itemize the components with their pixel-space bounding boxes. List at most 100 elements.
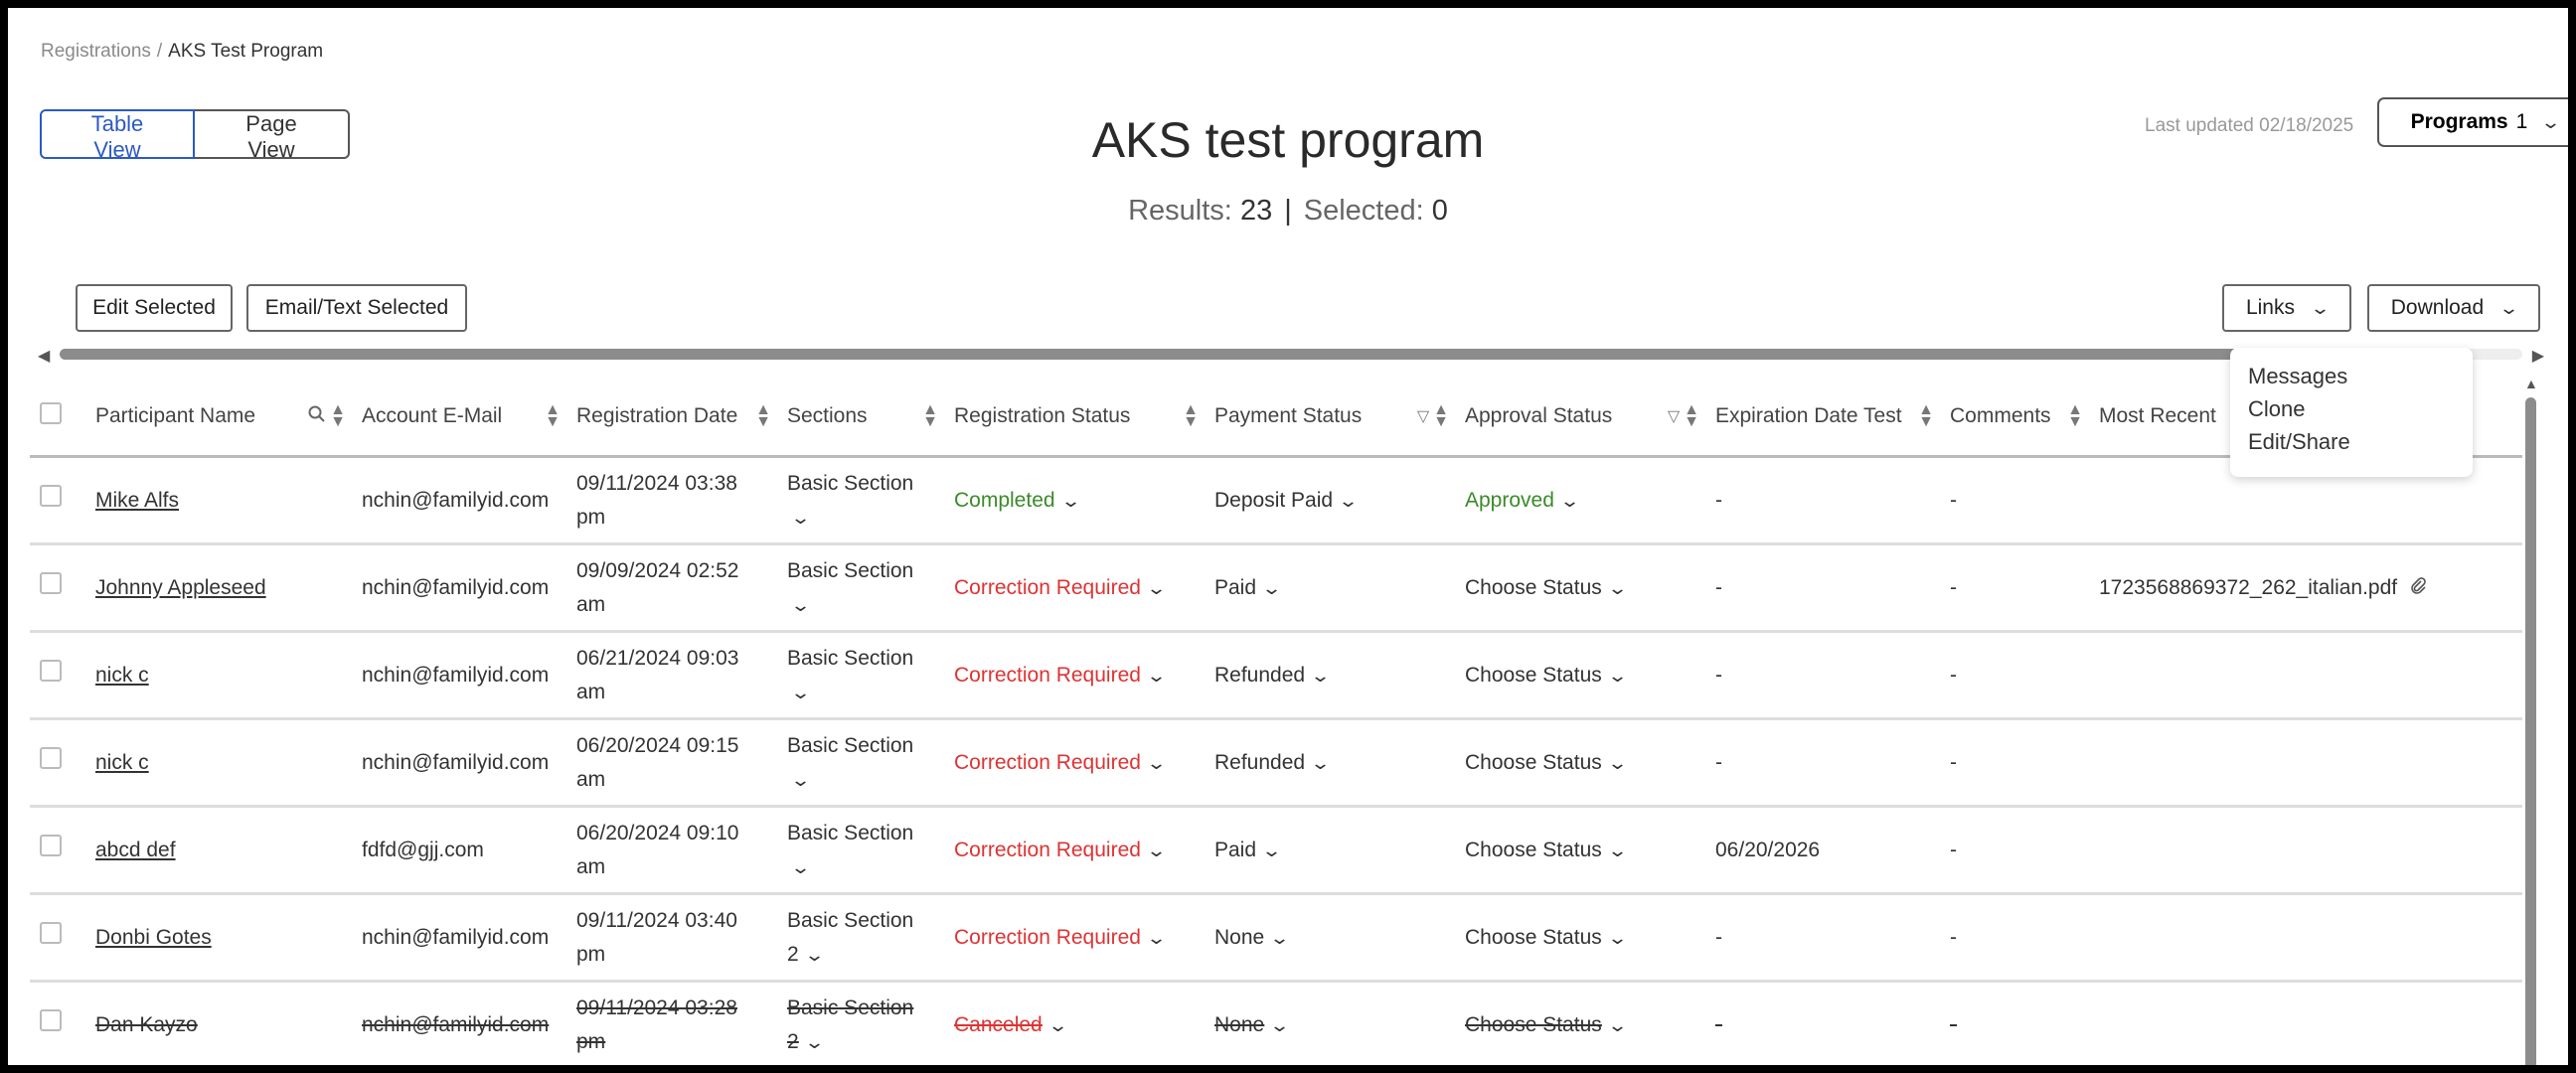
payment-status-cell[interactable]: None ⌄ (1214, 893, 1465, 983)
table-row[interactable]: Mike Alfs nchin@familyid.com 09/11/2024 03… (30, 456, 2522, 545)
chevron-down-icon[interactable]: ⌄ (1060, 484, 1081, 518)
chevron-down-icon[interactable]: ⌄ (804, 1025, 825, 1059)
registration-status-cell[interactable]: Correction Required ⌄ (954, 543, 1214, 633)
sort-icon[interactable]: ▲ ▼ (1183, 402, 1199, 430)
scroll-up-icon[interactable]: ▲ (2524, 376, 2538, 391)
chevron-down-icon[interactable]: ⌄ (1261, 571, 1282, 605)
links-dropdown-button[interactable]: Links ⌄ (2222, 284, 2351, 332)
chevron-down-icon[interactable]: ⌄ (790, 676, 811, 709)
chevron-down-icon[interactable]: ⌄ (790, 588, 811, 622)
table-row[interactable]: nick c nchin@familyid.com 06/21/2024 09:03… (30, 631, 2522, 720)
participant-name-link[interactable]: nick c (95, 751, 149, 774)
attachment-file-link[interactable]: 1723568869372_262_italian.pdf (2099, 576, 2397, 599)
row-checkbox[interactable] (40, 1008, 62, 1031)
chevron-down-icon[interactable]: ⌄ (1607, 1008, 1628, 1042)
approval-status-cell[interactable]: Choose Status ⌄ (1465, 543, 1715, 633)
payment-status-cell[interactable]: Refunded ⌄ (1214, 718, 1465, 808)
vertical-scrollbar-thumb[interactable] (2525, 397, 2536, 1065)
sort-icon[interactable]: ▲ ▼ (922, 402, 938, 430)
col-registration-status[interactable]: Registration Status ▲ ▼ (954, 378, 1214, 458)
chevron-down-icon[interactable]: ⌄ (1310, 659, 1331, 692)
col-account-email[interactable]: Account E-Mail ▲ ▼ (362, 378, 576, 458)
col-participant-name[interactable]: Participant Name ▲ ▼ (95, 378, 362, 458)
chevron-down-icon[interactable]: ⌄ (1607, 834, 1628, 867)
horizontal-scrollbar[interactable]: ◀ ▶ (38, 346, 2544, 365)
chevron-down-icon[interactable]: ⌄ (1269, 1008, 1290, 1042)
participant-name-link[interactable]: Dan Kayzo (95, 1013, 198, 1036)
scroll-left-icon[interactable]: ◀ (38, 346, 50, 366)
col-expiration-date-test[interactable]: Expiration Date Test ▲ ▼ (1715, 378, 1950, 458)
sort-icon[interactable]: ▲ ▼ (1433, 402, 1449, 430)
participant-name-link[interactable]: nick c (95, 664, 149, 687)
col-comments[interactable]: Comments ▲ ▼ (1950, 378, 2099, 458)
chevron-down-icon[interactable]: ⌄ (790, 501, 811, 535)
chevron-down-icon[interactable]: ⌄ (1607, 571, 1628, 605)
sort-icon[interactable]: ▲ ▼ (1918, 402, 1934, 430)
filter-icon[interactable]: ▽ (1668, 406, 1680, 426)
col-sections[interactable]: Sections ▲ ▼ (787, 378, 954, 458)
scrollbar-track[interactable] (60, 349, 2522, 360)
sections-cell[interactable]: Basic Section ⌄ (787, 718, 954, 808)
chevron-down-icon[interactable]: ⌄ (1310, 746, 1331, 780)
chevron-down-icon[interactable]: ⌄ (1607, 659, 1628, 692)
row-checkbox[interactable] (40, 834, 62, 856)
vertical-scrollbar[interactable]: ▲ (2522, 376, 2538, 1065)
chevron-down-icon[interactable]: ⌄ (1146, 746, 1167, 780)
sections-cell[interactable]: Basic Section 2 ⌄ (787, 981, 954, 1065)
sections-cell[interactable]: Basic Section ⌄ (787, 456, 954, 545)
registration-status-cell[interactable]: Correction Required ⌄ (954, 631, 1214, 720)
col-registration-date[interactable]: Registration Date ▲ ▼ (576, 378, 787, 458)
chevron-down-icon[interactable]: ⌄ (1261, 834, 1282, 867)
select-all-checkbox[interactable] (40, 402, 62, 424)
chevron-down-icon[interactable]: ⌄ (1146, 921, 1167, 955)
edit-selected-button[interactable]: Edit Selected (76, 284, 233, 332)
table-row[interactable]: Johnny Appleseed nchin@familyid.com 09/09/… (30, 543, 2522, 633)
download-dropdown-button[interactable]: Download ⌄ (2367, 284, 2540, 332)
sort-icon[interactable]: ▲ ▼ (545, 402, 561, 430)
chevron-down-icon[interactable]: ⌄ (1607, 921, 1628, 955)
table-row[interactable]: nick c nchin@familyid.com 06/20/2024 09:15… (30, 718, 2522, 808)
chevron-down-icon[interactable]: ⌄ (790, 850, 811, 884)
approval-status-cell[interactable]: Choose Status ⌄ (1465, 806, 1715, 895)
payment-status-cell[interactable]: Paid ⌄ (1214, 543, 1465, 633)
row-checkbox[interactable] (40, 746, 62, 769)
participant-name-link[interactable]: Johnny Appleseed (95, 576, 266, 599)
chevron-down-icon[interactable]: ⌄ (1146, 659, 1167, 692)
scrollbar-thumb[interactable] (60, 349, 2266, 360)
chevron-down-icon[interactable]: ⌄ (1269, 921, 1290, 955)
row-checkbox[interactable] (40, 484, 62, 507)
chevron-down-icon[interactable]: ⌄ (1146, 571, 1167, 605)
approval-status-cell[interactable]: Choose Status ⌄ (1465, 893, 1715, 983)
email-text-selected-button[interactable]: Email/Text Selected (246, 284, 467, 332)
participant-name-link[interactable]: Mike Alfs (95, 489, 179, 512)
registration-status-cell[interactable]: Correction Required ⌄ (954, 806, 1214, 895)
programs-dropdown[interactable]: Programs 1 ⌄ (2377, 97, 2568, 147)
chevron-down-icon[interactable]: ⌄ (1607, 746, 1628, 780)
payment-status-cell[interactable]: None ⌄ (1214, 981, 1465, 1065)
sections-cell[interactable]: Basic Section ⌄ (787, 631, 954, 720)
registration-status-cell[interactable]: Correction Required ⌄ (954, 718, 1214, 808)
col-approval-status[interactable]: Approval Status ▽ ▲ ▼ (1465, 378, 1715, 458)
sort-icon[interactable]: ▲ ▼ (755, 402, 771, 430)
sort-icon[interactable]: ▲ ▼ (1684, 402, 1699, 430)
table-row[interactable]: Dan Kayzo nchin@familyid.com 09/11/2024 03… (30, 981, 2522, 1065)
participant-name-link[interactable]: Donbi Gotes (95, 926, 212, 949)
table-row[interactable]: abcd def fdfd@gjj.com 06/20/2024 09:10 am Ba… (30, 806, 2522, 895)
approval-status-cell[interactable]: Approved ⌄ (1465, 456, 1715, 545)
approval-status-cell[interactable]: Choose Status ⌄ (1465, 631, 1715, 720)
chevron-down-icon[interactable]: ⌄ (1338, 484, 1359, 518)
payment-status-cell[interactable]: Deposit Paid ⌄ (1214, 456, 1465, 545)
breadcrumb-registrations[interactable]: Registrations (41, 41, 151, 62)
sections-cell[interactable]: Basic Section ⌄ (787, 806, 954, 895)
row-checkbox[interactable] (40, 921, 62, 944)
sort-icon[interactable]: ▲ ▼ (2067, 402, 2083, 430)
chevron-down-icon[interactable]: ⌄ (1559, 484, 1580, 518)
approval-status-cell[interactable]: Choose Status ⌄ (1465, 718, 1715, 808)
row-checkbox[interactable] (40, 571, 62, 594)
registration-status-cell[interactable]: Correction Required ⌄ (954, 893, 1214, 983)
scroll-right-icon[interactable]: ▶ (2532, 346, 2544, 366)
payment-status-cell[interactable]: Paid ⌄ (1214, 806, 1465, 895)
registration-status-cell[interactable]: Canceled ⌄ (954, 981, 1214, 1065)
chevron-down-icon[interactable]: ⌄ (790, 763, 811, 797)
row-checkbox[interactable] (40, 659, 62, 682)
